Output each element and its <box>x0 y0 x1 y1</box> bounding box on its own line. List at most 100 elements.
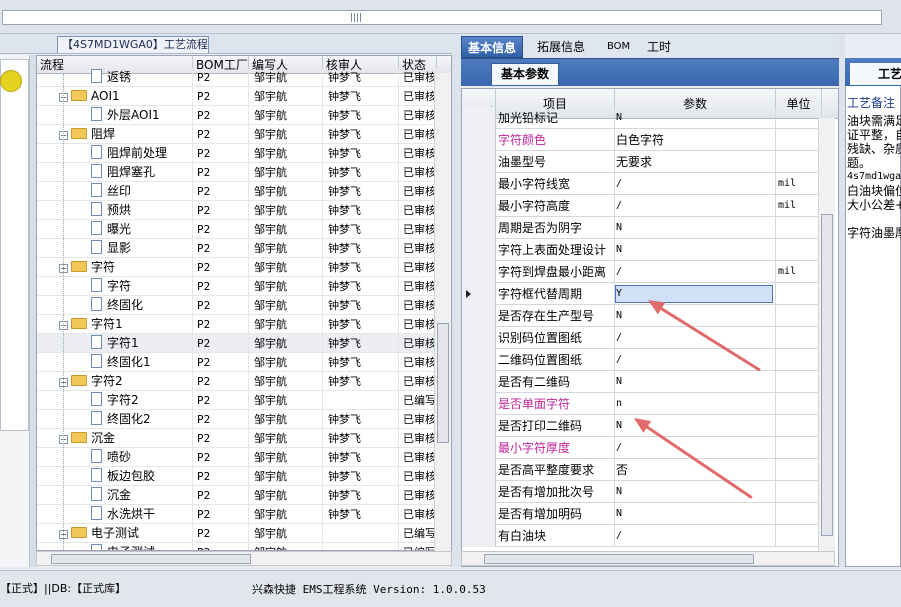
row-indicator[interactable] <box>462 393 496 415</box>
row-indicator[interactable] <box>462 129 496 151</box>
tree-node-name[interactable]: 沉金 <box>37 486 193 505</box>
param-row[interactable]: 是否有增加明码 N <box>462 503 822 525</box>
notes-body[interactable]: 工艺备注 油块需满足证平整，自残缺、杂质题。4s7md1wga0 白油块偏位大小公… <box>845 92 901 562</box>
param-cell[interactable]: / <box>615 173 776 195</box>
row-indicator[interactable] <box>462 459 496 481</box>
param-row[interactable]: 识别码位置图纸 / <box>462 327 822 349</box>
tab-process-notes[interactable]: 工艺 <box>850 63 901 85</box>
row-indicator[interactable] <box>462 327 496 349</box>
param-row[interactable]: 最小字符厚度 / <box>462 437 822 459</box>
param-row[interactable]: 二维码位置图纸 / <box>462 349 822 371</box>
row-indicator[interactable] <box>462 437 496 459</box>
splitter[interactable] <box>452 34 461 567</box>
param-cell[interactable]: / <box>615 195 776 217</box>
tree-row[interactable]: 阻焊前处理 P2 邹宇航 钟梦飞 已审核 <box>37 144 437 163</box>
grid-horizontal-scrollbar[interactable] <box>461 551 835 566</box>
row-indicator[interactable] <box>462 239 496 261</box>
tree-node-name[interactable]: 曝光 <box>37 220 193 239</box>
param-row[interactable]: 有白油块 / <box>462 525 822 547</box>
row-indicator[interactable] <box>462 173 496 195</box>
param-cell[interactable]: N <box>615 503 776 525</box>
tree-node-name[interactable]: − 阻焊 <box>37 125 193 144</box>
row-indicator[interactable] <box>462 107 496 129</box>
tree-node-name[interactable]: − AOI1 <box>37 87 193 106</box>
tree-row[interactable]: − 字符1 P2 邹宇航 钟梦飞 已审核 <box>37 315 437 334</box>
tree-node-name[interactable]: 终固化 <box>37 296 193 315</box>
tree-node-name[interactable]: 字符2 <box>37 391 193 410</box>
row-indicator[interactable] <box>462 305 496 327</box>
scroll-thumb[interactable] <box>484 554 754 564</box>
tree-row[interactable]: 终固化1 P2 邹宇航 钟梦飞 已审核 <box>37 353 437 372</box>
tree-node-name[interactable]: 字符1 <box>37 334 193 353</box>
row-indicator[interactable] <box>462 195 496 217</box>
tree-node-name[interactable]: − 电子测试 <box>37 524 193 543</box>
tree-node-name[interactable]: − 字符 <box>37 258 193 277</box>
tree-node-name[interactable]: − 字符2 <box>37 372 193 391</box>
param-row[interactable]: 字符框代替周期 Y <box>462 283 822 305</box>
param-row[interactable]: 加光铅标记 N <box>462 107 822 129</box>
tree-row[interactable]: 曝光 P2 邹宇航 钟梦飞 已审核 <box>37 220 437 239</box>
param-cell[interactable]: 白色字符 <box>615 129 776 151</box>
tree-node-name[interactable]: 返锈 <box>37 68 193 87</box>
tree-row[interactable]: − AOI1 P2 邹宇航 钟梦飞 已审核 <box>37 87 437 106</box>
tree-node-name[interactable]: 水洗烘干 <box>37 505 193 524</box>
scroll-thumb[interactable] <box>437 323 449 443</box>
tree-node-name[interactable]: 终固化1 <box>37 353 193 372</box>
parameter-grid[interactable]: 项目 参数 单位 加光铅标记 N 字符颜色 白色字符 油墨型号 无要求 最小字符线宽 / mil… <box>461 88 839 567</box>
tree-node-name[interactable]: 喷砂 <box>37 448 193 467</box>
param-cell[interactable]: 无要求 <box>615 151 776 173</box>
tree-row[interactable]: − 阻焊 P2 邹宇航 钟梦飞 已审核 <box>37 125 437 144</box>
param-row[interactable]: 最小字符高度 / mil <box>462 195 822 217</box>
param-cell[interactable]: N <box>615 107 776 129</box>
row-indicator[interactable] <box>462 217 496 239</box>
param-cell[interactable]: N <box>615 305 776 327</box>
param-row[interactable]: 字符颜色 白色字符 <box>462 129 822 151</box>
param-row[interactable]: 是否有二维码 N <box>462 371 822 393</box>
tree-vertical-scrollbar[interactable] <box>434 73 451 551</box>
tree-row[interactable]: 返锈 P2 邹宇航 钟梦飞 已审核 <box>37 68 437 87</box>
tab-bom[interactable]: BOM <box>601 36 636 58</box>
top-scrollbar[interactable] <box>2 10 882 25</box>
param-row[interactable]: 周期是否为阴字 N <box>462 217 822 239</box>
param-cell[interactable]: 否 <box>615 459 776 481</box>
param-cell[interactable]: N <box>615 239 776 261</box>
param-cell[interactable]: n <box>615 393 776 415</box>
param-row[interactable]: 是否存在生产型号 N <box>462 305 822 327</box>
tree-row[interactable]: 字符 P2 邹宇航 钟梦飞 已审核 <box>37 277 437 296</box>
param-row[interactable]: 最小字符线宽 / mil <box>462 173 822 195</box>
param-row[interactable]: 油墨型号 无要求 <box>462 151 822 173</box>
param-cell[interactable]: / <box>615 525 776 547</box>
tree-row[interactable]: 阻焊塞孔 P2 邹宇航 钟梦飞 已审核 <box>37 163 437 182</box>
param-row[interactable]: 字符到焊盘最小距离 / mil <box>462 261 822 283</box>
row-indicator[interactable] <box>462 261 496 283</box>
row-indicator[interactable] <box>462 283 496 305</box>
subtab-basic-params[interactable]: 基本参数 <box>491 63 559 85</box>
tree-row[interactable]: − 电子测试 P2 邹宇航 已编写 <box>37 524 437 543</box>
process-tree-grid[interactable]: 流程 BOM工厂 编写人 核审人 状态 返锈 P2 邹宇航 钟梦飞 已审核 − AOI1 P2… <box>36 55 452 551</box>
param-cell[interactable]: / <box>615 437 776 459</box>
chat-bubble-icon[interactable] <box>0 70 22 92</box>
tree-row[interactable]: 喷砂 P2 邹宇航 钟梦飞 已审核 <box>37 448 437 467</box>
row-indicator[interactable] <box>462 415 496 437</box>
row-indicator[interactable] <box>462 349 496 371</box>
tree-row[interactable]: 沉金 P2 邹宇航 钟梦飞 已审核 <box>37 486 437 505</box>
row-indicator[interactable] <box>462 151 496 173</box>
param-cell[interactable]: / <box>615 349 776 371</box>
param-row[interactable]: 是否有增加批次号 N <box>462 481 822 503</box>
tree-node-name[interactable]: 预烘 <box>37 201 193 220</box>
row-indicator[interactable] <box>462 525 496 547</box>
tree-row[interactable]: 终固化 P2 邹宇航 钟梦飞 已审核 <box>37 296 437 315</box>
tree-node-name[interactable]: 外层AOI1 <box>37 106 193 125</box>
scroll-thumb[interactable] <box>821 214 833 536</box>
param-cell[interactable]: N <box>615 217 776 239</box>
tree-node-name[interactable]: 显影 <box>37 239 193 258</box>
tree-node-name[interactable]: − 字符1 <box>37 315 193 334</box>
tree-node-name[interactable]: 阻焊前处理 <box>37 144 193 163</box>
row-indicator[interactable] <box>462 481 496 503</box>
param-row[interactable]: 是否高平整度要求否 <box>462 459 822 481</box>
tree-node-name[interactable]: 终固化2 <box>37 410 193 429</box>
row-indicator[interactable] <box>462 503 496 525</box>
tab-basic-info[interactable]: 基本信息 <box>461 36 524 58</box>
scroll-grip-icon[interactable] <box>351 13 363 22</box>
tab-work-hours[interactable]: 工时 <box>641 36 677 58</box>
